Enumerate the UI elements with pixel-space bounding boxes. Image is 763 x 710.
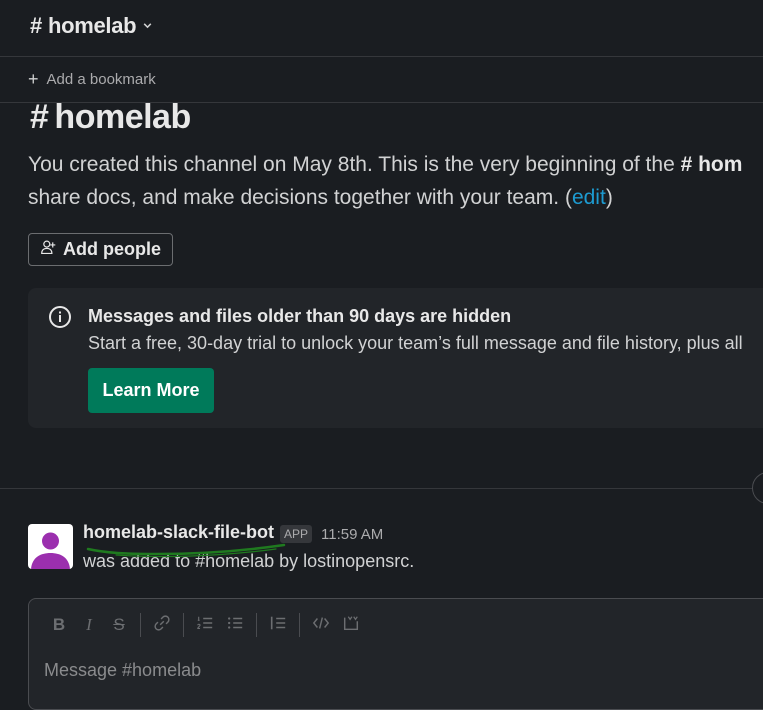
add-people-button[interactable]: Add people [28, 233, 173, 266]
channel-name: homelab [47, 13, 137, 38]
intro-hash: # [30, 98, 49, 136]
bulleted-list-icon [226, 614, 244, 637]
intro-title: # homelab [30, 98, 191, 137]
italic-button[interactable]: I [74, 612, 104, 638]
link-icon [153, 614, 171, 637]
message-input[interactable]: Message #homelab [44, 660, 201, 681]
learn-more-button[interactable]: Learn More [88, 368, 214, 413]
channel-hash: # [30, 13, 42, 38]
channel-title-button[interactable]: # homelab [30, 13, 153, 39]
intro-line2-text: share docs, and make decisions together … [28, 186, 572, 209]
message-divider [0, 488, 763, 489]
message-author[interactable]: homelab-slack-file-bot [83, 522, 274, 543]
toolbar-separator [256, 613, 257, 637]
add-person-icon [40, 239, 57, 261]
intro-line-1: You created this channel on May 8th. Thi… [28, 148, 763, 181]
toolbar-separator [183, 613, 184, 637]
blockquote-icon [269, 614, 287, 637]
code-icon [312, 614, 330, 637]
intro-line-2: share docs, and make decisions together … [28, 181, 763, 214]
message-text: was added to #homelab by lostinopensrc. [83, 551, 415, 571]
intro-channel-mention[interactable]: # hom [681, 153, 743, 176]
plus-icon: + [28, 69, 39, 89]
add-bookmark-button[interactable]: + Add a bookmark [28, 70, 156, 88]
code-button[interactable] [306, 612, 336, 638]
bold-button[interactable]: B [44, 612, 74, 638]
code-block-button[interactable] [336, 612, 366, 638]
blockquote-button[interactable] [263, 612, 293, 638]
notice-body: Start a free, 30-day trial to unlock you… [88, 333, 743, 353]
add-bookmark-label: Add a bookmark [46, 70, 156, 88]
divider-date-pill[interactable] [752, 472, 763, 504]
bold-icon: B [52, 615, 66, 634]
strikethrough-button[interactable]: S [104, 612, 134, 638]
strikethrough-icon: S [113, 615, 125, 634]
formatting-toolbar: B I S [44, 612, 366, 638]
notice-title: Messages and files older than 90 days ar… [88, 306, 512, 326]
info-icon [48, 305, 72, 329]
edit-link[interactable]: edit [572, 186, 606, 209]
add-people-label: Add people [63, 239, 161, 259]
intro-line1-text: You created this channel on May 8th. Thi… [28, 153, 681, 176]
intro-description: You created this channel on May 8th. Thi… [28, 148, 763, 214]
ordered-list-button[interactable] [190, 612, 220, 638]
avatar[interactable] [28, 524, 73, 569]
toolbar-separator [299, 613, 300, 637]
app-badge: APP [280, 525, 313, 543]
bulleted-list-button[interactable] [220, 612, 250, 638]
toolbar-separator [140, 613, 141, 637]
chevron-down-icon [142, 18, 153, 34]
ordered-list-icon [196, 614, 214, 637]
intro-channel-name: homelab [54, 98, 191, 136]
message-timestamp[interactable]: 11:59 AM [321, 526, 383, 543]
code-block-icon [342, 614, 360, 637]
italic-icon: I [86, 615, 92, 634]
intro-line2-suffix: ) [605, 186, 613, 209]
link-button[interactable] [147, 612, 177, 638]
